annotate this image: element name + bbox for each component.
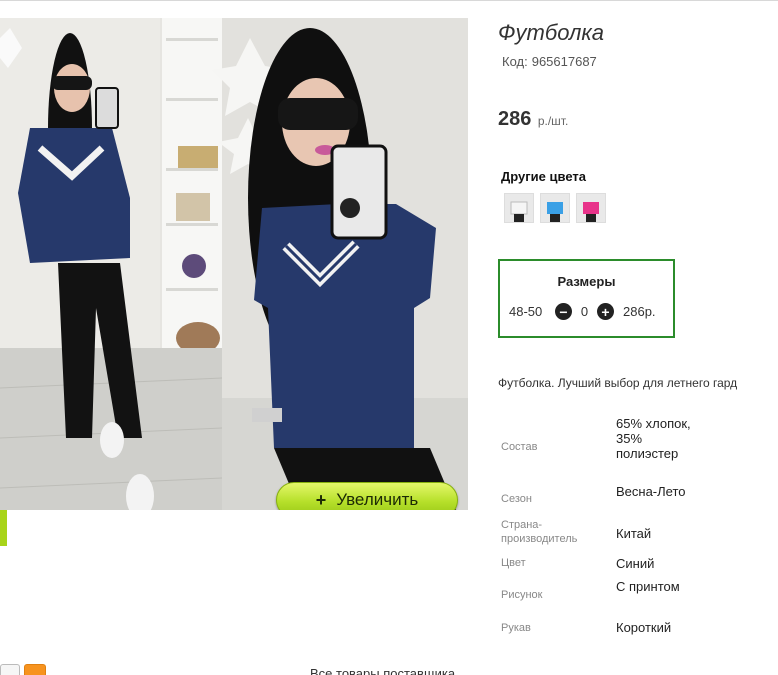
attribute-name: Цвет <box>501 557 526 569</box>
gallery-side-tab[interactable] <box>0 510 7 546</box>
size-label: 48-50 <box>509 304 543 319</box>
swatch-light-blue-thumb <box>541 194 569 222</box>
color-swatch-white[interactable] <box>504 193 534 223</box>
attribute-name: Состав <box>501 441 538 453</box>
attribute-name: Рисунок <box>501 589 543 601</box>
attribute-value: С принтом <box>616 579 680 594</box>
color-swatch-pink[interactable] <box>576 193 606 223</box>
minus-icon[interactable]: − <box>555 303 572 320</box>
swatch-white-thumb <box>505 194 533 222</box>
product-photo <box>0 18 468 510</box>
color-swatches <box>504 193 606 223</box>
odnoklassniki-icon[interactable] <box>24 664 46 675</box>
product-price: 286 р./шт. <box>498 108 568 131</box>
plus-circle-icon[interactable]: + <box>597 303 614 320</box>
zoom-button[interactable]: + Увеличить <box>276 482 458 510</box>
other-colors-title: Другие цвета <box>501 169 586 184</box>
attribute-name: Страна-производитель <box>501 519 578 545</box>
swatch-pink-thumb <box>577 194 605 222</box>
share-icons <box>0 664 46 675</box>
product-description: Футболка. Лучший выбор для летнего гард <box>498 376 738 390</box>
attribute-name: Сезон <box>501 493 532 505</box>
price-value: 286 <box>498 108 532 130</box>
top-divider <box>0 0 778 1</box>
product-sku: Код: 965617687 <box>498 54 597 69</box>
attribute-name: Рукав <box>501 622 531 634</box>
color-swatch-light-blue[interactable] <box>540 193 570 223</box>
price-unit: р./шт. <box>537 114 569 128</box>
sizes-title: Размеры <box>557 274 616 289</box>
quantity-value[interactable]: 0 <box>572 304 597 319</box>
size-row: 48-50 − 0 + 286р. <box>509 303 656 320</box>
size-price: 286р. <box>623 304 656 319</box>
sizes-panel: Размеры 48-50 − 0 + 286р. <box>498 259 675 338</box>
plus-icon: + <box>315 489 327 510</box>
attribute-value: Весна-Лето <box>616 484 686 499</box>
attribute-value: Китай <box>616 526 652 541</box>
zoom-button-label: Увеличить <box>336 490 419 509</box>
attribute-value: Короткий <box>616 620 672 635</box>
sku-value: 965617687 <box>531 54 597 69</box>
all-supplier-products-link[interactable]: Все товары поставщика <box>310 666 455 675</box>
sku-label: Код: <box>502 54 528 69</box>
attribute-value: 65% хлопок, 35% полиэстер <box>616 416 691 461</box>
share-icon[interactable] <box>0 664 20 675</box>
attribute-value: Синий <box>616 556 655 571</box>
product-gallery[interactable]: + Увеличить <box>0 18 468 510</box>
product-title: Футболка <box>498 20 604 45</box>
